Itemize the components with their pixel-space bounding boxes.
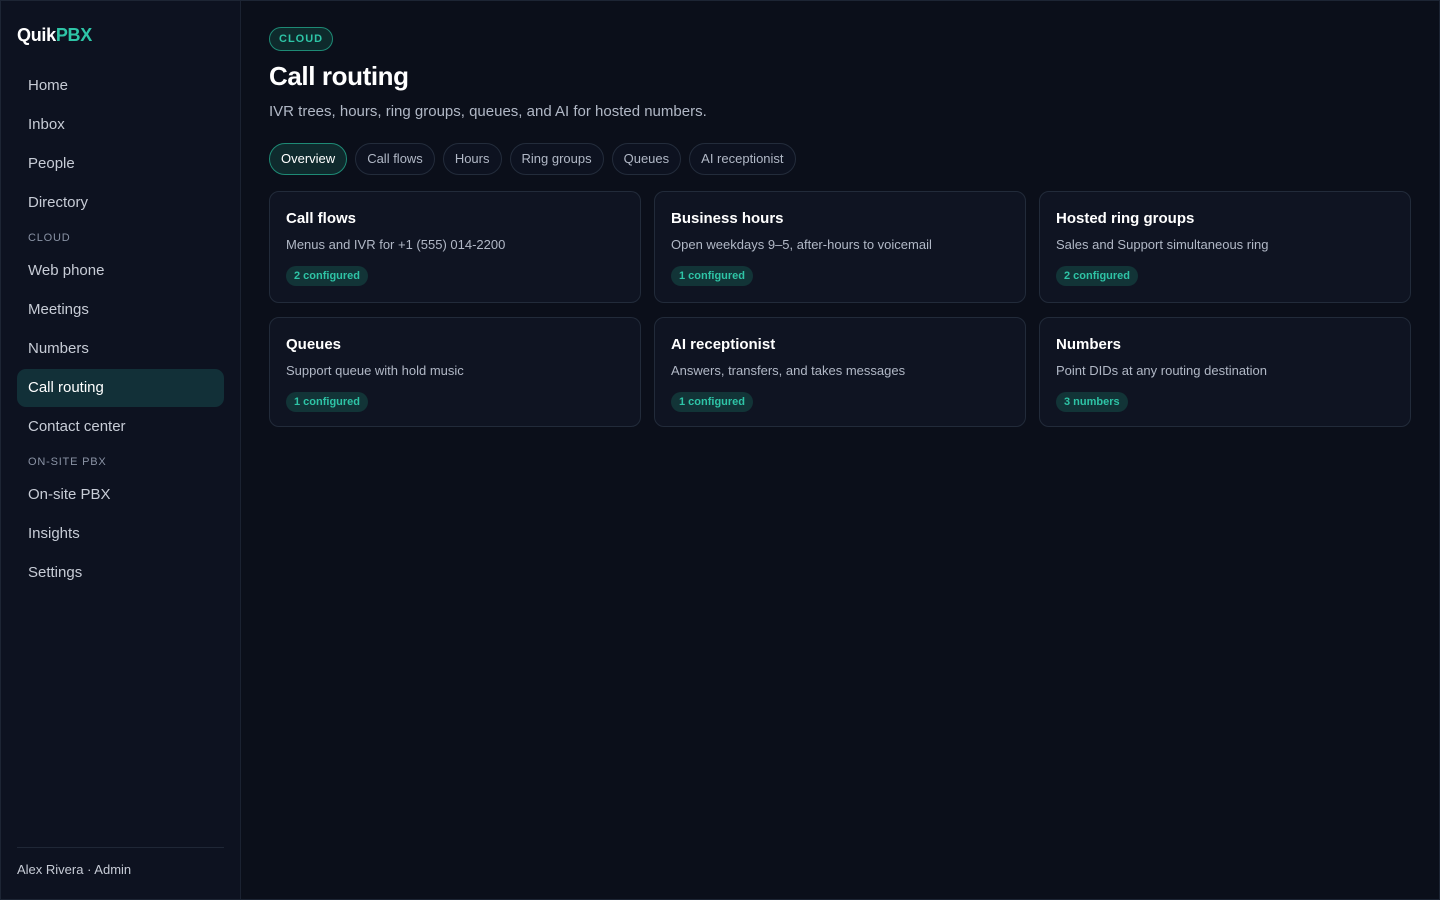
card-title: Queues (286, 336, 342, 353)
card-hosted-ring-groups[interactable]: Hosted ring groups Sales and Support sim… (1039, 191, 1411, 303)
tab-bar: Overview Call flows Hours Ring groups Qu… (269, 143, 1411, 175)
card-title: Numbers (1056, 336, 1122, 353)
card-description: Support queue with hold music (286, 363, 464, 378)
routing-cards-grid: Call flows Menus and IVR for +1 (555) 01… (269, 191, 1411, 427)
tab-overview[interactable]: Overview (269, 143, 348, 175)
main-content: CLOUD Call routing IVR trees, hours, rin… (241, 1, 1439, 899)
brand-part-1: Quik (17, 25, 56, 45)
tab-call-flows[interactable]: Call flows (355, 143, 435, 175)
card-ai-receptionist[interactable]: AI receptionist Answers, transfers, and … (654, 317, 1026, 427)
user-account[interactable]: Alex Rivera · Admin (17, 847, 224, 899)
brand-logo[interactable]: QuikPBX (17, 25, 224, 45)
card-queues[interactable]: Queues Support queue with hold music 1 c… (269, 317, 641, 427)
page-subtitle: IVR trees, hours, ring groups, queues, a… (269, 103, 707, 120)
sidebar-item-call-routing[interactable]: Call routing (17, 369, 224, 407)
sidebar-item-settings[interactable]: Settings (17, 554, 224, 592)
sidebar: QuikPBX Home Inbox People Directory CLOU… (1, 1, 241, 899)
sidebar-item-contact-center[interactable]: Contact center (17, 408, 224, 446)
sidebar-item-inbox[interactable]: Inbox (17, 106, 224, 144)
status-badge: 2 configured (286, 266, 369, 286)
sidebar-section-onsite-pbx: ON-SITE PBX (28, 456, 107, 468)
status-badge: 1 configured (286, 392, 369, 412)
tab-queues[interactable]: Queues (611, 143, 682, 175)
card-description: Point DIDs at any routing destination (1056, 363, 1268, 378)
card-description: Sales and Support simultaneous ring (1056, 237, 1269, 252)
sidebar-item-meetings[interactable]: Meetings (17, 291, 224, 329)
sidebar-item-people[interactable]: People (17, 145, 224, 183)
sidebar-item-home[interactable]: Home (17, 67, 224, 105)
card-title: Hosted ring groups (1056, 210, 1195, 227)
sidebar-section-cloud: CLOUD (28, 232, 71, 244)
status-badge: 3 numbers (1056, 392, 1128, 412)
card-call-flows[interactable]: Call flows Menus and IVR for +1 (555) 01… (269, 191, 641, 303)
card-business-hours[interactable]: Business hours Open weekdays 9–5, after-… (654, 191, 1026, 303)
card-description: Open weekdays 9–5, after-hours to voicem… (671, 237, 932, 252)
card-description: Answers, transfers, and takes messages (671, 363, 906, 378)
card-description: Menus and IVR for +1 (555) 014-2200 (286, 237, 506, 252)
tab-hours[interactable]: Hours (442, 143, 502, 175)
brand-part-2: PBX (55, 25, 92, 45)
card-title: Business hours (671, 210, 784, 227)
sidebar-item-insights[interactable]: Insights (17, 515, 224, 553)
sidebar-item-numbers[interactable]: Numbers (17, 330, 224, 368)
status-badge: 1 configured (671, 266, 754, 286)
cloud-badge: CLOUD (269, 27, 334, 51)
sidebar-item-web-phone[interactable]: Web phone (17, 252, 224, 290)
page-title: Call routing (269, 61, 409, 91)
status-badge: 2 configured (1056, 266, 1139, 286)
card-numbers[interactable]: Numbers Point DIDs at any routing destin… (1039, 317, 1411, 427)
card-title: Call flows (286, 210, 357, 227)
card-title: AI receptionist (671, 336, 776, 353)
status-badge: 1 configured (671, 392, 754, 412)
sidebar-item-onsite-pbx[interactable]: On-site PBX (17, 476, 224, 514)
tab-ai-receptionist[interactable]: AI receptionist (689, 143, 796, 175)
sidebar-item-directory[interactable]: Directory (17, 184, 224, 222)
app-window: QuikPBX Home Inbox People Directory CLOU… (0, 0, 1440, 900)
tab-ring-groups[interactable]: Ring groups (509, 143, 604, 175)
